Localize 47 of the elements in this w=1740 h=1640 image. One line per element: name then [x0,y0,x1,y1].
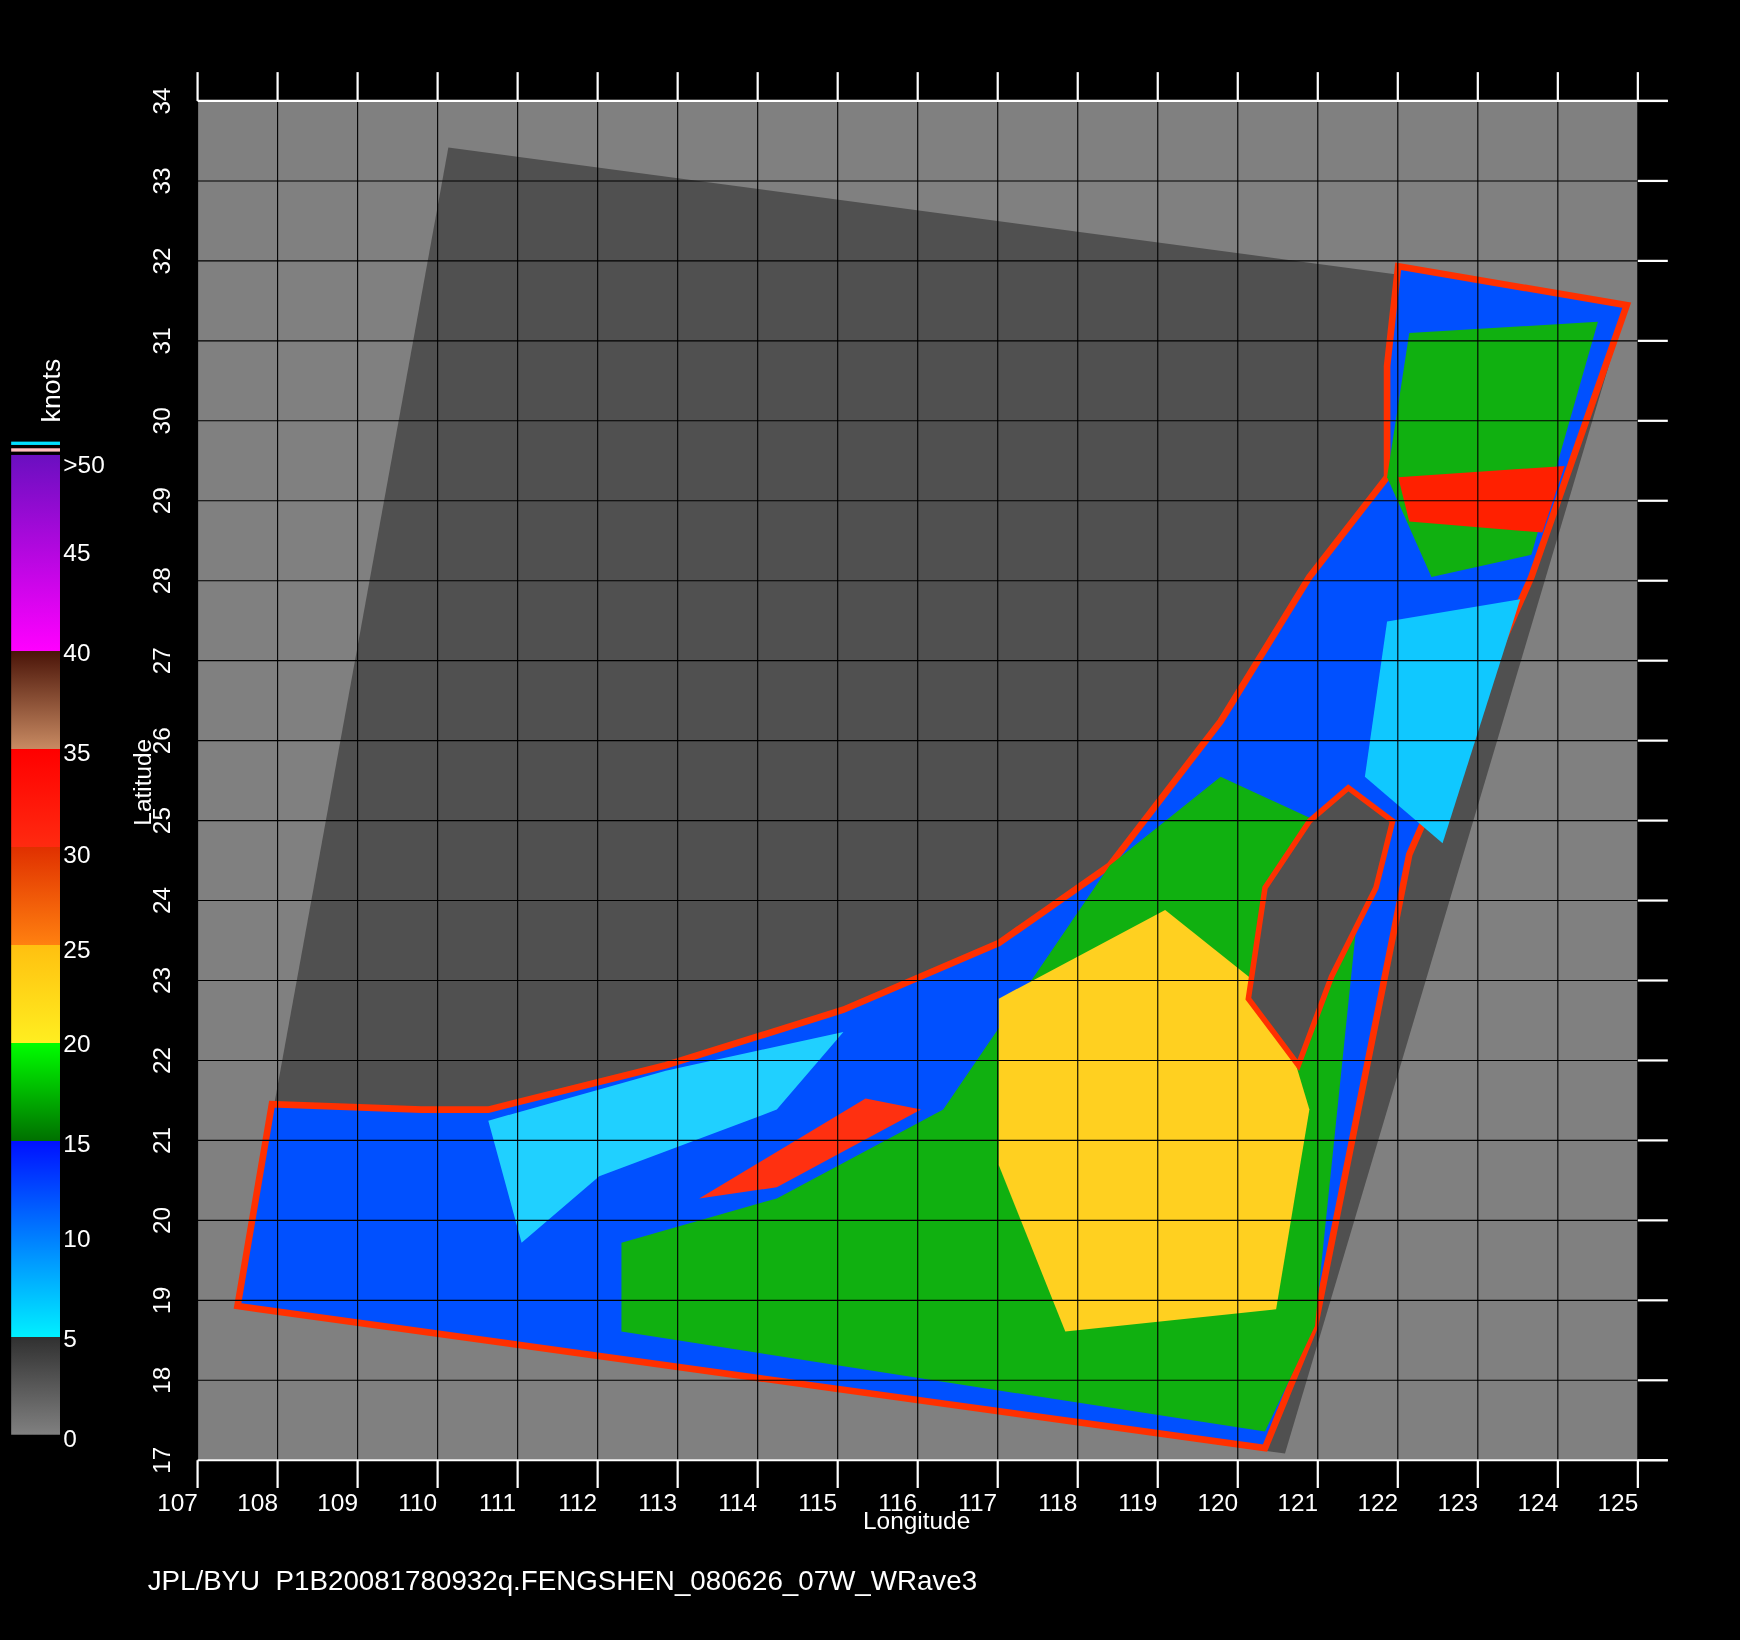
color-scale-label: 15 [63,1129,91,1157]
x-tick-label: 114 [718,1489,758,1517]
x-tick-label: 117 [958,1489,998,1517]
color-scale-label: 25 [63,935,91,963]
x-tick-label: 120 [1197,1489,1239,1517]
x-tick-label: 115 [798,1489,838,1517]
color-scale-label: 10 [63,1225,91,1253]
y-tick-label: 28 [147,567,175,595]
x-tick-label: 121 [1277,1489,1319,1517]
color-scale-label: 35 [63,739,91,767]
x-tick-label: 118 [1038,1489,1078,1517]
color-scale-label: 40 [63,639,91,667]
color-scale-label: 45 [63,539,91,567]
color-scale-label: 20 [63,1029,91,1057]
x-tick-label: 112 [558,1489,598,1517]
x-tick-label: 124 [1517,1489,1559,1517]
y-tick-label: 22 [147,1046,175,1075]
y-tick-label: 30 [147,407,175,435]
x-tick-label: 113 [638,1489,678,1517]
x-tick-label: 111 [479,1489,517,1517]
y-tick-label: 18 [147,1366,175,1394]
x-tick-label: 122 [1357,1489,1399,1517]
color-scale-label: 30 [63,841,91,869]
y-tick-label: 21 [147,1126,175,1154]
color-scale-label: 0 [63,1424,77,1452]
y-tick-label: 31 [147,327,175,355]
x-tick-label: 119 [1118,1489,1158,1517]
y-tick-label: 33 [147,167,175,195]
x-tick-label: 107 [157,1489,198,1517]
y-tick-label: 17 [147,1446,175,1474]
y-tick-label: 29 [147,487,175,515]
x-tick-label: 125 [1597,1489,1639,1517]
y-tick-label: 19 [147,1286,175,1314]
x-tick-label: 123 [1437,1489,1479,1517]
color-scale-title: knots [36,358,66,423]
y-tick-label: 24 [147,886,175,915]
x-tick-label: 108 [237,1489,278,1517]
y-tick-label: 27 [147,647,175,675]
y-tick-label: 34 [147,87,175,115]
y-tick-label: 23 [147,966,175,995]
x-tick-label: 109 [317,1489,358,1517]
color-scale-label: >50 [63,450,105,478]
color-scale-label: 5 [63,1325,77,1353]
plot-caption: JPL/BYU P1B20081780932q.FENGSHEN_080626_07W_WRave3 [147,1565,978,1597]
y-tick-label: 32 [147,247,175,275]
y-tick-label: 20 [147,1206,175,1234]
x-tick-label: 110 [398,1489,438,1517]
